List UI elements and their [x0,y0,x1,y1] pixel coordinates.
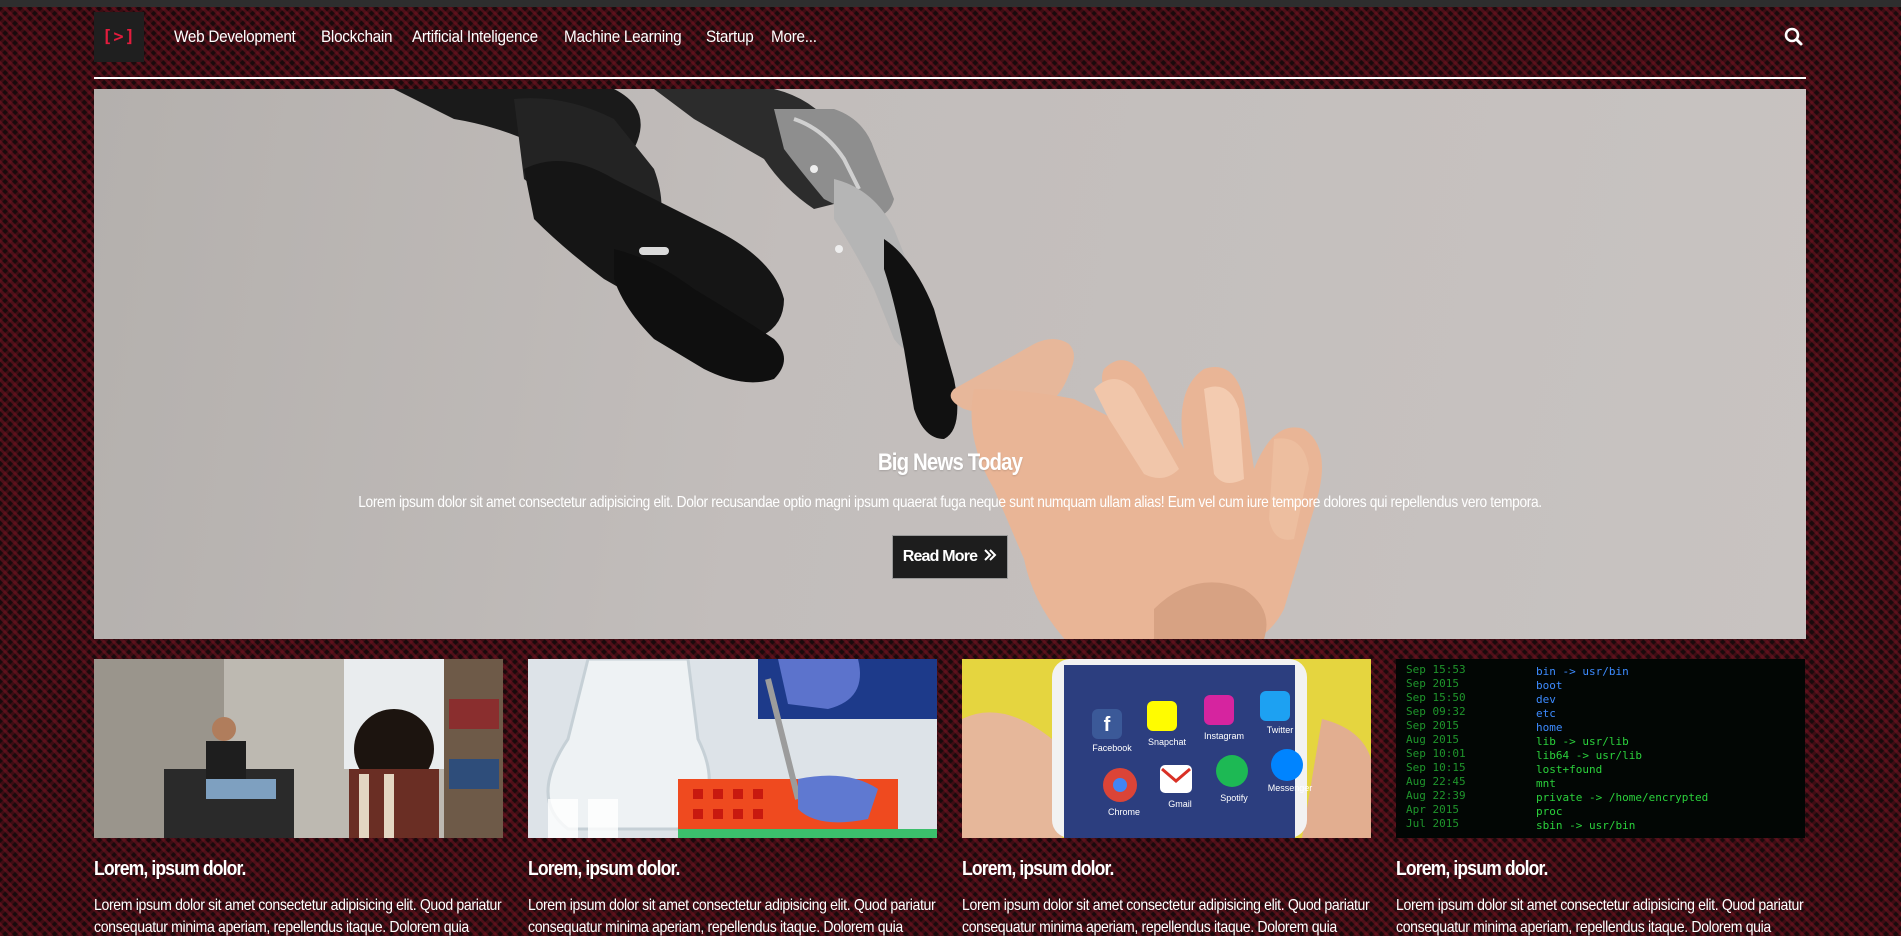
terminal-line: private -> /home/encrypted [1536,791,1708,804]
card-title[interactable]: Lorem, ipsum dolor. [1396,858,1801,881]
svg-text:Sep 2015: Sep 2015 [1406,719,1459,732]
article-card[interactable]: f Facebook Snapchat Instagram Twitter Ch… [962,659,1371,936]
svg-text:Sep 10:01: Sep 10:01 [1406,747,1466,760]
app-label: Spotify [1220,793,1248,803]
nav-item-blockchain[interactable]: Blockchain [321,27,393,47]
app-label: Snapchat [1148,737,1187,747]
svg-text:Aug 22:39: Aug 22:39 [1406,789,1466,802]
svg-text:Aug 2015: Aug 2015 [1406,733,1459,746]
terminal-line: mnt [1536,777,1556,790]
card-image-laboratory[interactable] [528,659,937,838]
terminal-line: boot [1536,679,1563,692]
nav-item-artificial-inteligence[interactable]: Artificial Inteligence [412,27,538,47]
app-label: Gmail [1168,799,1192,809]
article-card[interactable]: Lorem, ipsum dolor. Lorem ipsum dolor si… [94,659,503,936]
card-image-terminal[interactable]: Sep 15:53 Sep 2015 Sep 15:50 Sep 09:32 Sep … [1396,659,1805,838]
nav-item-startup[interactable]: Startup [706,27,754,47]
svg-text:Sep 10:15: Sep 10:15 [1406,761,1466,774]
card-title[interactable]: Lorem, ipsum dolor. [94,858,499,881]
svg-text:Jul 2015: Jul 2015 [1406,817,1459,830]
terminal-line: dev [1536,693,1556,706]
terminal-line: bin -> usr/bin [1536,665,1629,678]
browser-top-strip [0,0,1901,7]
nav-item-more[interactable]: More... [771,27,817,47]
terminal-line: lib -> usr/lib [1536,735,1629,748]
terminal-line: lost+found [1536,763,1602,776]
read-more-label: Read More [902,548,978,565]
article-card[interactable]: Lorem, ipsum dolor. Lorem ipsum dolor si… [528,659,937,936]
terminal-line: lib64 -> usr/lib [1536,749,1642,762]
svg-text:Sep 09:32: Sep 09:32 [1406,705,1466,718]
hero-title: Big News Today [877,449,1023,476]
svg-text:Sep 15:53: Sep 15:53 [1406,663,1466,676]
card-title[interactable]: Lorem, ipsum dolor. [528,858,933,881]
app-label: Instagram [1204,731,1244,741]
gmail-icon [1160,765,1192,793]
snapchat-icon [1147,701,1177,731]
card-image-social-apps-phone[interactable]: f Facebook Snapchat Instagram Twitter Ch… [962,659,1371,838]
card-image-office-meeting[interactable] [94,659,503,838]
facebook-icon: f [1104,714,1111,736]
instagram-icon [1204,695,1234,725]
app-label: Messenger [1268,783,1313,793]
svg-text:Apr 2015: Apr 2015 [1406,803,1459,816]
twitter-icon [1260,691,1290,721]
search-icon[interactable] [1782,25,1806,49]
read-more-button[interactable]: Read More [892,535,1008,579]
main-menu: Web Development Blockchain Artificial In… [174,27,817,47]
svg-text:Aug 22:45: Aug 22:45 [1406,775,1466,788]
terminal-line: proc [1536,805,1563,818]
nav-divider [94,77,1806,79]
double-chevron-right-icon [983,548,997,567]
site-logo[interactable]: [>] [94,12,144,62]
messenger-icon [1271,749,1303,781]
terminal-line: sbin -> usr/bin [1536,819,1635,832]
app-label: Twitter [1267,725,1294,735]
article-cards: Lorem, ipsum dolor. Lorem ipsum dolor si… [94,659,1806,936]
hero-description: Lorem ipsum dolor sit amet consectetur a… [358,494,1542,511]
top-navigation: [>] Web Development Blockchain Artificia… [94,11,1806,63]
card-excerpt: Lorem ipsum dolor sit amet consectetur a… [1396,897,1804,936]
app-label: Chrome [1108,807,1140,817]
svg-text:Sep 2015: Sep 2015 [1406,677,1459,690]
svg-text:Sep 15:50: Sep 15:50 [1406,691,1466,704]
terminal-line: etc [1536,707,1556,720]
terminal-line: home [1536,721,1563,734]
article-card[interactable]: Sep 15:53 Sep 2015 Sep 15:50 Sep 09:32 Sep … [1396,659,1805,936]
card-excerpt: Lorem ipsum dolor sit amet consectetur a… [962,897,1370,936]
hero-banner: Big News Today Lorem ipsum dolor sit ame… [94,89,1806,639]
card-title[interactable]: Lorem, ipsum dolor. [962,858,1367,881]
app-label: Facebook [1092,743,1132,753]
card-excerpt: Lorem ipsum dolor sit amet consectetur a… [528,897,936,936]
nav-item-machine-learning[interactable]: Machine Learning [564,27,682,47]
logo-text: [>] [102,27,136,47]
nav-item-web-development[interactable]: Web Development [174,27,296,47]
spotify-icon [1216,755,1248,787]
card-excerpt: Lorem ipsum dolor sit amet consectetur a… [94,897,502,936]
